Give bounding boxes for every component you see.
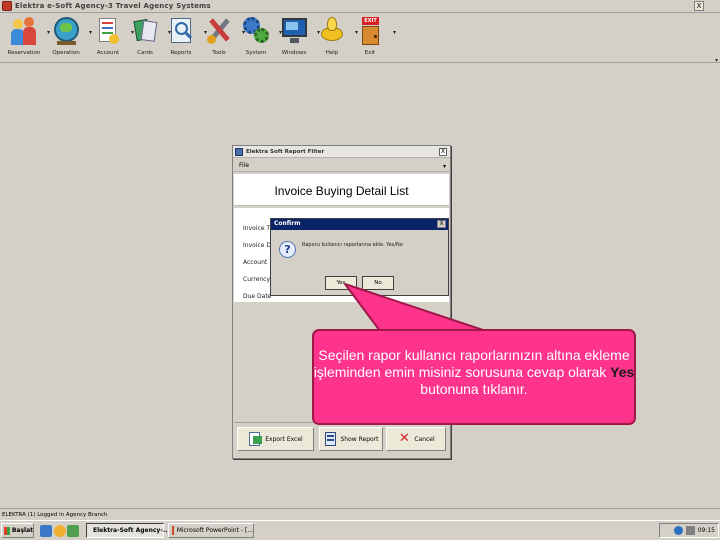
quicklaunch-browser-icon[interactable] [54, 525, 66, 537]
status-text: ELEKTRA (1) Logged in Agency Branch [2, 512, 108, 518]
start-label: Başlat [11, 527, 33, 534]
status-bar: ELEKTRA (1) Logged in Agency Branch [0, 508, 720, 520]
callout-text-end: butonuna tıklanır. [420, 381, 528, 397]
task-label: Elektra-Soft Agency-... [93, 527, 170, 534]
powerpoint-icon [172, 526, 174, 535]
clock: 09:15 [697, 527, 715, 534]
tray-volume-icon[interactable] [685, 526, 695, 535]
task-powerpoint[interactable]: Microsoft PowerPoint - [... [168, 523, 254, 538]
taskbar: Başlat Elektra-Soft Agency-... Microsoft… [0, 520, 720, 540]
callout-pointer-join [384, 332, 484, 333]
windows-logo-icon [4, 526, 10, 535]
task-label: Microsoft PowerPoint - [... [176, 527, 253, 534]
quicklaunch-desktop-icon[interactable] [40, 525, 52, 537]
callout-text-main: Seçilen rapor kullanıcı raporlarınızın a… [313, 347, 630, 380]
callout-text: Seçilen rapor kullanıcı raporlarınızın a… [312, 347, 636, 398]
system-tray: 09:15 [659, 523, 719, 538]
callout-text-bold: Yes [610, 364, 635, 380]
tray-network-icon[interactable] [673, 526, 683, 535]
start-button[interactable]: Başlat [1, 523, 34, 538]
task-elektra-soft[interactable]: Elektra-Soft Agency-... [86, 523, 170, 538]
quicklaunch-media-icon[interactable] [67, 525, 79, 537]
